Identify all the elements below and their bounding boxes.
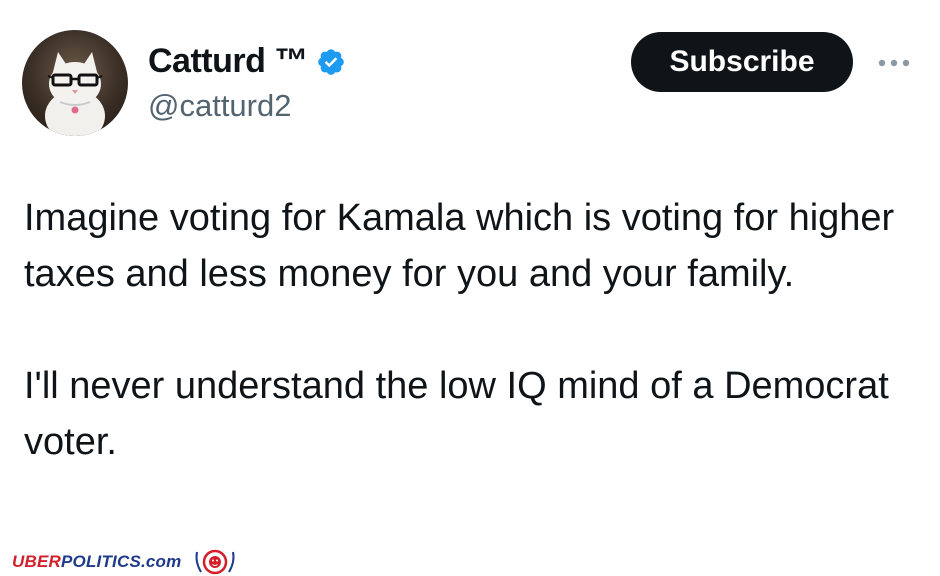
watermark: UBERPOLITICS.com (12, 548, 237, 576)
tweet-paragraph: I'll never understand the low IQ mind of… (24, 365, 889, 463)
tweet-paragraph: Imagine voting for Kamala which is votin… (24, 197, 895, 295)
author-name-row[interactable]: Catturd ™ (148, 42, 346, 81)
watermark-com: .com (140, 552, 182, 571)
more-options-icon[interactable] (874, 48, 914, 78)
avatar[interactable] (22, 30, 128, 136)
watermark-politics: POLITICS (60, 552, 141, 571)
lion-crest-logo-icon (193, 548, 237, 576)
tweet-body: Imagine voting for Kamala which is votin… (24, 190, 904, 470)
subscribe-button[interactable]: Subscribe (631, 32, 853, 92)
verified-badge-icon[interactable] (316, 47, 346, 77)
watermark-text: UBERPOLITICS.com (12, 552, 181, 572)
author-handle[interactable]: @catturd2 (148, 88, 291, 124)
cat-with-glasses-icon (45, 52, 105, 136)
watermark-uber: UBER (12, 552, 61, 571)
author-display-name[interactable]: Catturd ™ (148, 42, 308, 81)
